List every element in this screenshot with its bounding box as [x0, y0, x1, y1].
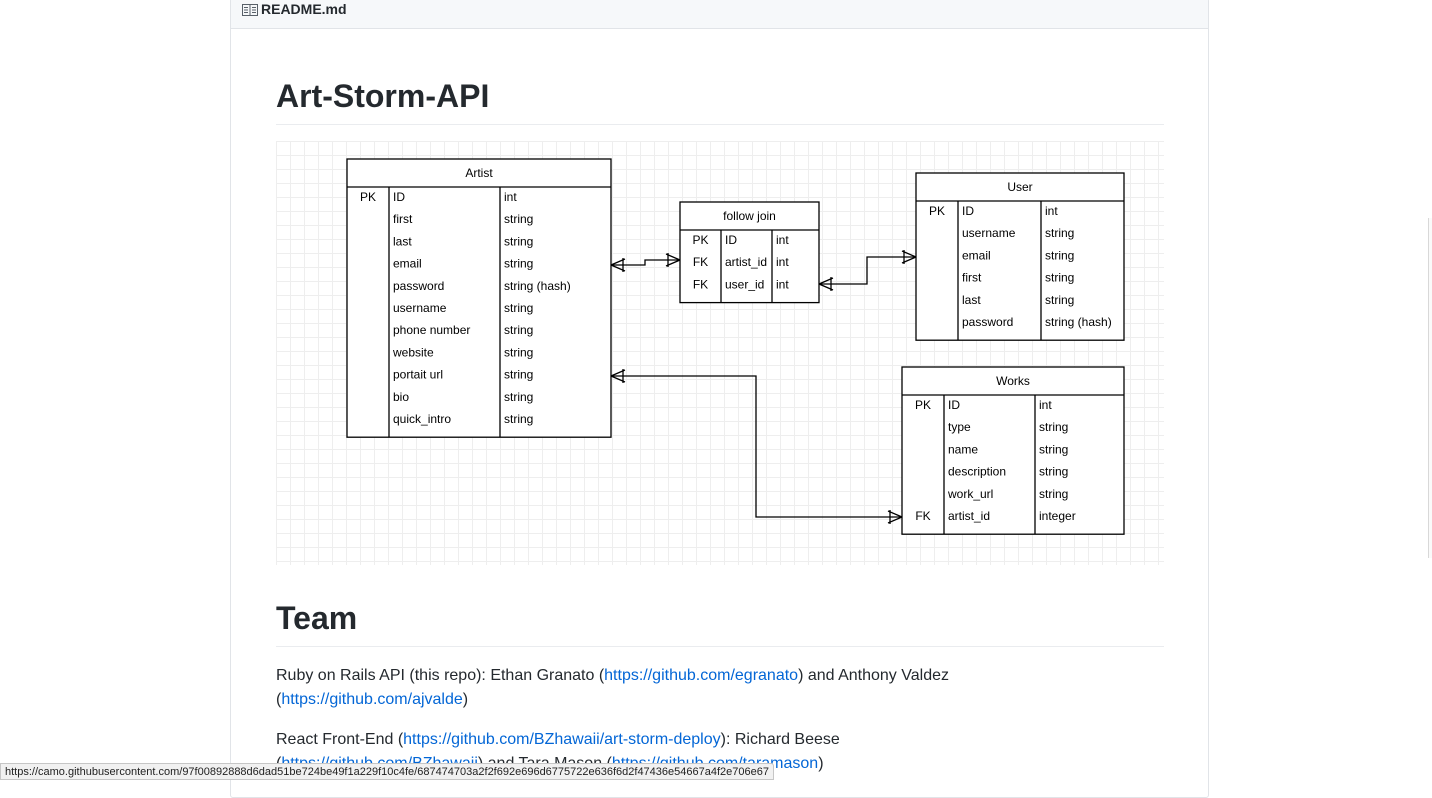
table-follow: follow joinPK ID intFK artist_id intFK user_i… [679, 201, 820, 304]
table-key-cell: PK [929, 204, 945, 218]
table-border [346, 158, 612, 438]
table-type-cell: int [776, 233, 789, 247]
book-icon [242, 4, 258, 16]
table-type-cell: int [776, 277, 789, 291]
readme-header: README.md [231, 0, 1208, 29]
table-field-cell: description [948, 465, 1006, 479]
table-field-cell: ID [948, 398, 960, 412]
table-type-cell: string (hash) [1045, 315, 1112, 329]
p1-text: Ruby on Rails API (this repo): Ethan Gra… [276, 667, 605, 684]
table-type-cell: string [504, 323, 533, 337]
table-field-cell: ID [393, 190, 405, 204]
table-type-cell: string [504, 390, 533, 404]
table-type-cell: string [1045, 226, 1074, 240]
table-type-cell: string [1045, 293, 1074, 307]
table-field-cell: user_id [725, 277, 764, 291]
table-type-cell: string [1045, 271, 1074, 285]
table-field-cell: bio [393, 390, 409, 404]
table-type-cell: string [504, 234, 533, 248]
table-type-cell: int [776, 255, 789, 269]
p1-text: ) [462, 691, 469, 708]
status-bar-url: https://camo.githubusercontent.com/97f00… [0, 763, 774, 780]
table-type-cell: int [1045, 204, 1058, 218]
p2-text: React Front-End ( [276, 731, 404, 748]
table-title: follow join [723, 209, 776, 223]
edge-follow-user [819, 256, 916, 285]
table-field-cell: name [948, 442, 978, 456]
table-field-cell: ID [962, 204, 974, 218]
table-field-cell: first [393, 212, 413, 226]
table-title: User [1007, 180, 1032, 194]
table-works: Works PK ID int type string name string descript… [901, 366, 1125, 535]
entity-tables: Artist PK ID int first string last string email s… [346, 158, 1125, 535]
table-field-cell: type [948, 420, 971, 434]
table-field-cell: quick_intro [393, 412, 451, 426]
readme-filename[interactable]: README.md [261, 1, 347, 17]
page-title: Art-Storm-API [276, 76, 1164, 125]
table-artist: Artist PK ID int first string last string email s… [346, 158, 612, 438]
link-ajvalde[interactable]: https://github.com/ajvalde [281, 691, 462, 708]
table-field-cell: website [392, 345, 434, 359]
table-key-cell: PK [692, 233, 708, 247]
table-field-cell: artist_id [948, 509, 990, 523]
table-type-cell: integer [1039, 509, 1076, 523]
table-field-cell: username [393, 301, 447, 315]
table-type-cell: string [1039, 420, 1068, 434]
table-field-cell: work_url [947, 487, 993, 501]
table-type-cell: string [504, 345, 533, 359]
table-type-cell: string [504, 301, 533, 315]
table-field-cell: email [393, 257, 422, 271]
table-border [901, 366, 1125, 535]
table-field-cell: last [393, 234, 412, 248]
table-type-cell: int [1039, 398, 1052, 412]
table-field-cell: phone number [393, 323, 470, 337]
table-field-cell: first [962, 271, 982, 285]
link-egranato[interactable]: https://github.com/egranato [604, 667, 798, 684]
table-key-cell: FK [693, 255, 708, 269]
table-field-cell: last [962, 293, 981, 307]
table-type-cell: string [504, 212, 533, 226]
table-type-cell: string (hash) [504, 279, 571, 293]
er-diagram-image[interactable]: Artist PK ID int first string last string email s… [276, 141, 1164, 565]
table-type-cell: string [1039, 487, 1068, 501]
table-type-cell: int [504, 190, 517, 204]
table-type-cell: string [504, 257, 533, 271]
table-field-cell: email [962, 248, 991, 262]
table-type-cell: string [1045, 248, 1074, 262]
table-type-cell: string [504, 368, 533, 382]
table-user: User PK ID int username string email string firs… [915, 172, 1125, 341]
scrollbar-track[interactable] [1428, 218, 1432, 558]
edge-artist-works [611, 375, 902, 518]
table-field-cell: artist_id [725, 255, 767, 269]
table-key-cell: PK [360, 190, 376, 204]
team-backend-paragraph: Ruby on Rails API (this repo): Ethan Gra… [276, 664, 976, 712]
table-field-cell: ID [725, 233, 737, 247]
team-heading: Team [276, 598, 1164, 647]
table-title: Artist [465, 166, 493, 180]
table-type-cell: string [504, 412, 533, 426]
table-type-cell: string [1039, 442, 1068, 456]
er-diagram: Artist PK ID int first string last string email s… [346, 158, 1125, 535]
table-key-cell: FK [693, 277, 708, 291]
table-field-cell: password [393, 279, 444, 293]
table-field-cell: portait url [393, 368, 443, 382]
table-title: Works [996, 374, 1030, 388]
table-field-cell: username [962, 226, 1016, 240]
table-key-cell: FK [915, 509, 930, 523]
table-key-cell: PK [915, 398, 931, 412]
table-type-cell: string [1039, 465, 1068, 479]
table-field-cell: password [962, 315, 1013, 329]
p2-text: ) [818, 755, 824, 772]
link-art-storm-deploy[interactable]: https://github.com/BZhawaii/art-storm-de… [403, 731, 720, 748]
